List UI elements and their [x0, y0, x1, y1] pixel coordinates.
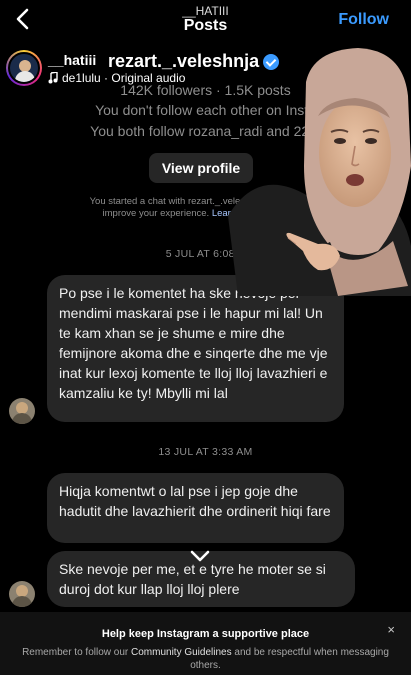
banner-title: Help keep Instagram a supportive place: [101, 628, 310, 640]
sender-avatar[interactable]: [9, 581, 35, 607]
sender-avatar[interactable]: [9, 398, 35, 424]
follow-button[interactable]: Follow: [338, 11, 389, 29]
notice-text-2: improve your experience.: [102, 208, 210, 219]
reel-username[interactable]: __hatiii: [48, 52, 96, 68]
date-separator: 13 JUL AT 3:33 AM: [158, 446, 253, 458]
banner-text-before: Remember to follow our: [22, 647, 129, 658]
community-guidelines-link[interactable]: Community Guidelines: [131, 647, 232, 658]
banner-text: Remember to follow our Community Guideli…: [18, 646, 393, 672]
safety-banner: Help keep Instagram a supportive place R…: [0, 612, 411, 675]
close-icon[interactable]: ×: [387, 622, 395, 637]
avatar[interactable]: [6, 50, 42, 86]
chevron-down-icon[interactable]: [189, 548, 211, 564]
reel-video[interactable]: [218, 46, 411, 296]
top-bar: __HATIII Posts Follow: [0, 0, 411, 42]
message-bubble[interactable]: Po pse i le komentet ha ske nevoje per m…: [47, 275, 344, 422]
message-bubble[interactable]: Hiqja komentwt o lal pse i jep goje dhe …: [47, 473, 344, 543]
